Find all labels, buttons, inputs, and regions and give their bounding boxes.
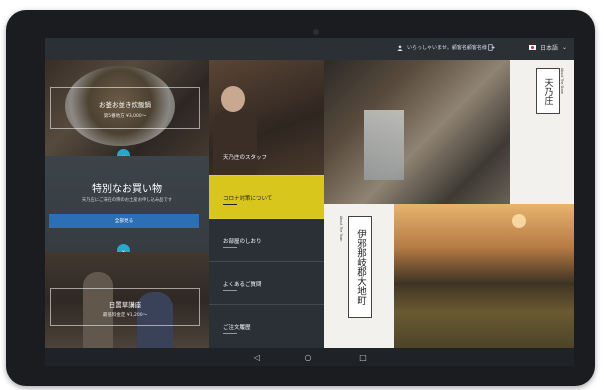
menu-column: 天乃庄のスタッフ コロナ対策について お部屋のしおり よくあるご質問 ご注文履歴 [209,60,324,348]
rice-caption-box: お釜お並き炊飯鍋 第5番地方 ¥3,000〜 [50,87,200,129]
tennosho-title: 天乃庄 [536,68,560,114]
workshop-title: 日置草講座 [108,301,142,309]
workshop-panel[interactable]: 日置草講座 最低料金定 ¥1,200〜 [45,252,209,348]
recent-apps-icon[interactable]: □ [357,351,369,363]
menu-item-corona[interactable]: コロナ対策について [209,175,324,219]
special-shopping-panel: 特別なお買い物 天乃庄にご滞在の際のお土産お申し込み品です 全部見る [45,156,209,252]
menu-item-faq[interactable]: よくあるご質問 [209,261,324,305]
onsen-photo[interactable] [324,60,510,204]
chevron-down-icon: ⌄ [562,44,568,51]
rice-cooker-panel[interactable]: お釜お並き炊飯鍋 第5番地方 ¥3,000〜 [45,60,209,156]
staff-tile[interactable]: 天乃庄のスタッフ [209,60,324,175]
workshop-subtitle: 最低料金定 ¥1,200〜 [102,313,148,318]
user-greeting[interactable]: いらっしゃいませ。顧客名顧客名様 [397,44,487,51]
shopping-subtitle: 天乃庄にご滞在の際のお土産お申し込み品です [81,198,173,203]
japan-flag-icon [529,45,536,50]
home-icon[interactable]: ○ [302,351,314,363]
izanami-title: 伊邪那岐郡大地町 [348,216,372,318]
staff-label: 天乃庄のスタッフ [223,155,268,161]
left-column: お釜お並き炊飯鍋 第5番地方 ¥3,000〜 ⌄ 特別なお買い物 天乃庄にご滞在… [45,60,209,348]
menu-item-room-guide[interactable]: お部屋のしおり [209,218,324,262]
app-screen: いらっしゃいませ。顧客名顧客名様 日本語 ⌄ お釜お並き炊飯鍋 第5番地方 ¥3… [45,38,574,366]
language-label: 日本語 [540,45,559,52]
back-icon[interactable]: ◁ [251,351,263,363]
menu-item-label: コロナ対策について [223,196,273,202]
top-bar: いらっしゃいませ。顧客名顧客名様 日本語 ⌄ [45,38,574,60]
see-all-button[interactable]: 全部見る [49,214,199,228]
menu-item-label: よくあるご質問 [223,282,262,288]
user-icon [397,44,403,51]
tennosho-small-label: About The Store [560,68,564,94]
menu-item-label: お部屋のしおり [223,239,262,245]
right-column: 天乃庄 About The Store 伊邪那岐郡大地町 About The T… [324,60,574,348]
shopping-title: 特別なお買い物 [92,184,162,195]
android-nav-bar: ◁ ○ □ [45,348,574,366]
sun-glow [512,214,526,228]
staff-photo [221,86,245,112]
menu-item-order-history[interactable]: ご注文履歴 [209,304,324,348]
language-selector[interactable]: 日本語 ⌄ [529,43,567,52]
izanami-small-label: About The Town [339,216,343,242]
logout-icon[interactable] [488,44,495,51]
camera-dot [313,29,319,35]
rice-subtitle: 第5番地方 ¥3,000〜 [103,114,147,119]
waterfall-photo [364,110,404,180]
menu-item-label: ご注文履歴 [223,325,251,331]
rice-field-photo[interactable] [394,204,574,348]
greeting-text: いらっしゃいませ。顧客名顧客名様 [407,45,487,51]
workshop-caption-box: 日置草講座 最低料金定 ¥1,200〜 [50,288,200,326]
rice-title: お釜お並き炊飯鍋 [99,101,151,109]
